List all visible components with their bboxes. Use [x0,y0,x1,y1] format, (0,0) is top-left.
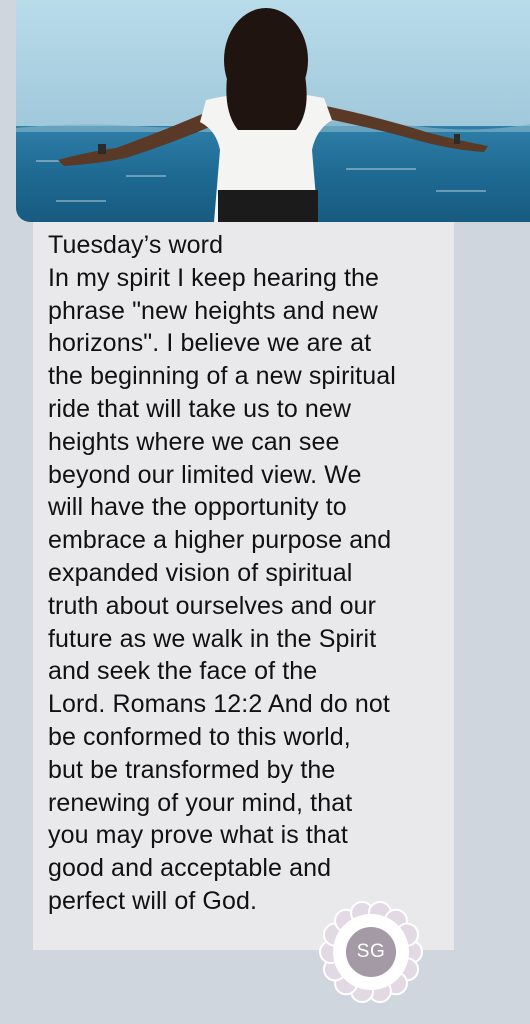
message-line: you may prove what is that [48,821,348,850]
message-line: heights where we can see [48,427,340,456]
message-line: beyond our limited view. We [48,460,362,489]
photo-attachment[interactable] [16,0,530,222]
message-line: expanded vision of spiritual [48,558,353,587]
message-line: renewing of your mind, that [48,788,353,817]
woman-by-sea-image [16,0,530,222]
message-text: Tuesday’s word In my spirit I keep heari… [48,229,458,918]
message-line: phrase "new heights and new [48,296,378,325]
message-line: good and acceptable and [48,854,332,883]
message-line: be conformed to this world, [48,722,351,751]
chat-screen: Tuesday’s word In my spirit I keep heari… [0,0,530,1024]
message-line: In my spirit I keep hearing the [48,263,380,292]
message-line: but be transformed by the [48,755,336,784]
message-line: the beginning of a new spiritual [48,362,396,391]
message-line: embrace a higher purpose and [48,526,392,555]
message-line: Lord. Romans 12:2 And do not [48,690,390,719]
message-line: ride that will take us to new [48,394,352,423]
message-header: Tuesday’s word [48,231,224,259]
message-line: will have the opportunity to [48,493,347,522]
avatar-initials: SG [356,941,386,962]
message-line: truth about ourselves and our [48,591,377,620]
message-line: horizons". I believe we are at [48,329,372,358]
message-line: future as we walk in the Spirit [48,624,377,653]
message-line: and seek the face of the [48,657,318,686]
sender-avatar[interactable]: SG [318,899,424,1005]
